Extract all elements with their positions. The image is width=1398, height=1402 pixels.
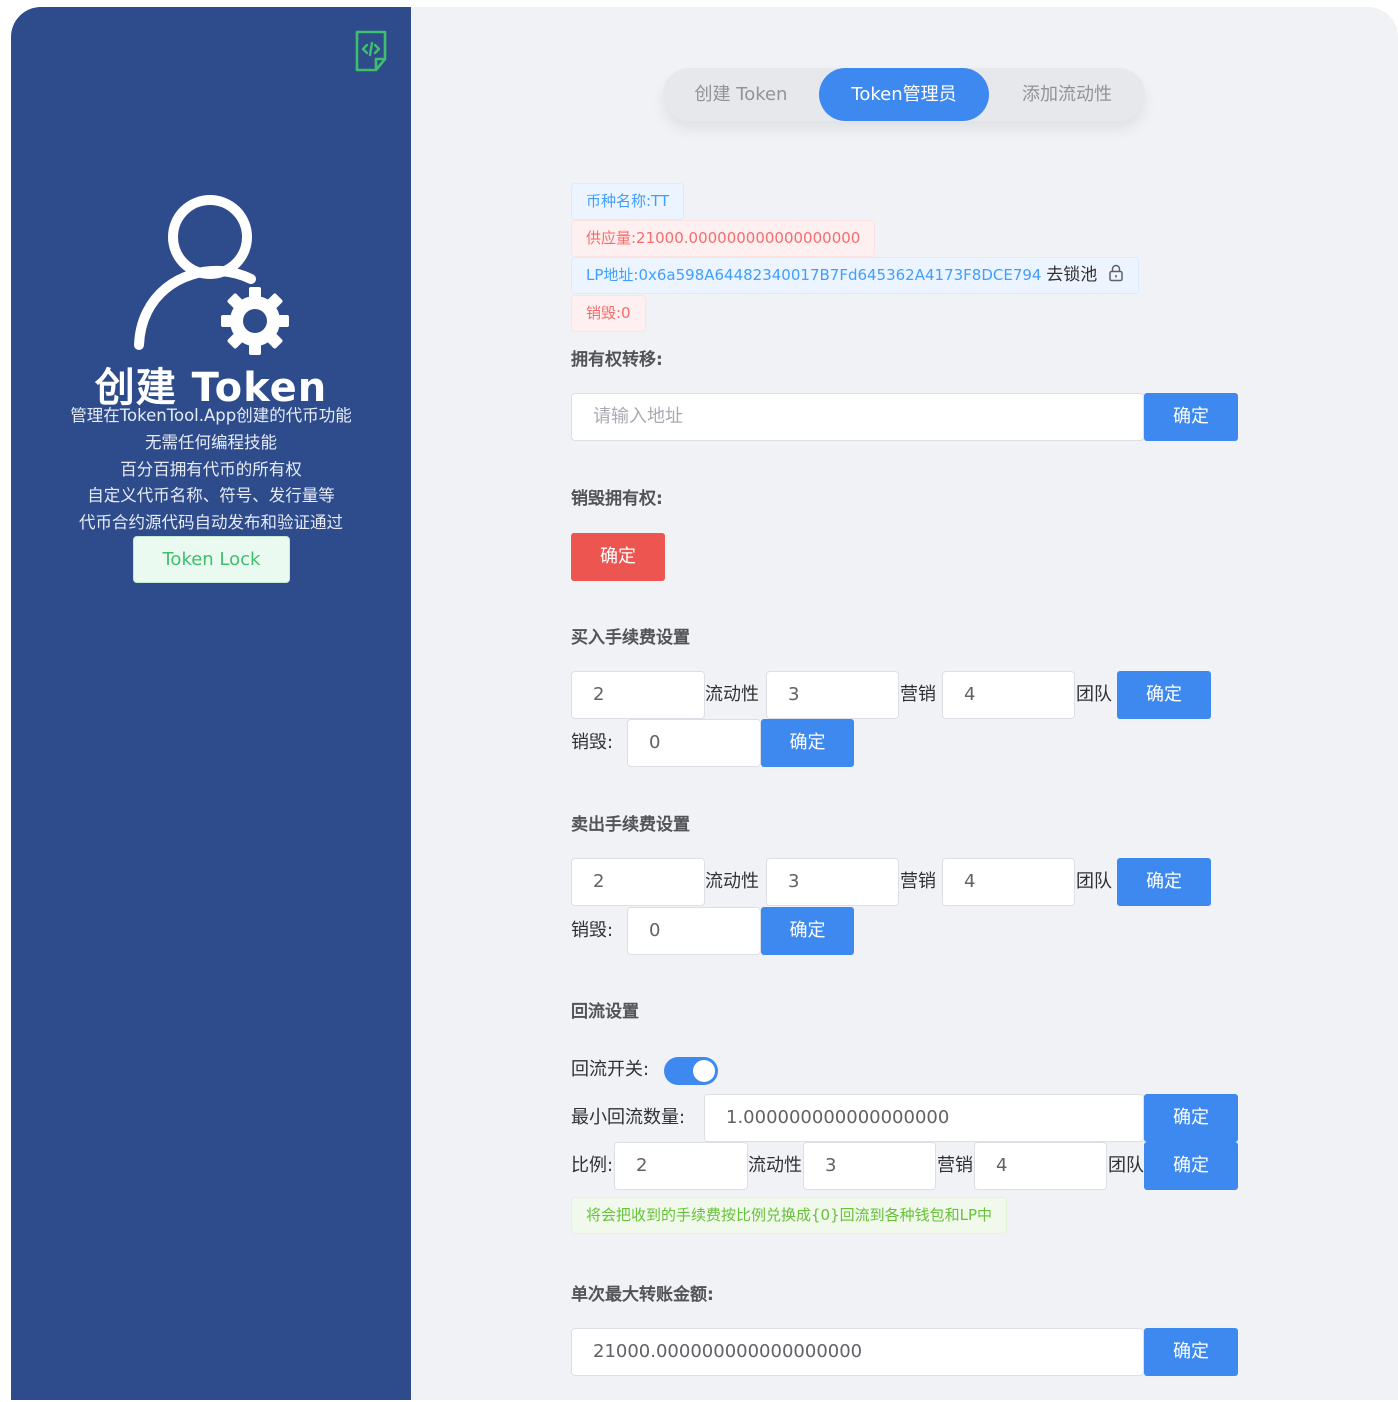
owner-address-input[interactable]: 请输入地址 [571,393,1144,441]
max-transfer-input[interactable]: 21000.000000000000000000 [571,1328,1144,1376]
user-settings-icon [134,195,289,355]
sell-liquidity-label: 流动性 [705,871,759,892]
sell-burn-fee-input[interactable]: 0 [627,907,761,955]
burned-tag: 销毁:0 [571,295,646,332]
sell-burn-label: 销毁: [571,920,614,941]
buy-burn-confirm-button[interactable]: 确定 [761,719,854,767]
lp-address-text: LP地址:0x6a598A64482340017B7Fd645362A4173F… [586,266,1042,284]
tab-token-admin[interactable]: Token管理员 [819,68,989,121]
max-transfer-label: 单次最大转账金额: [571,1285,714,1305]
ratio-label: 比例: [571,1155,614,1176]
buy-burn-fee-input[interactable]: 0 [627,719,761,767]
tab-add-liquidity[interactable]: 添加流动性 [989,68,1145,121]
sell-team-fee-input[interactable]: 4 [942,858,1075,906]
ratio-team-input[interactable]: 4 [974,1142,1107,1190]
buy-liquidity-fee-input[interactable]: 2 [571,671,705,719]
sidebar-line: 管理在TokenTool.App创建的代币功能 [70,406,352,425]
ratio-confirm-button[interactable]: 确定 [1144,1142,1238,1190]
sidebar-description: 管理在TokenTool.App创建的代币功能 无需任何编程技能 百分百拥有代币… [11,403,411,537]
code-file-icon[interactable] [354,29,388,73]
buy-marketing-label: 营销 [900,684,936,705]
token-name-tag: 币种名称:TT [571,183,685,220]
sidebar-line: 无需任何编程技能 [145,432,277,452]
reflow-note: 将会把收到的手续费按比例兑换成{0}回流到各种钱包和LP中 [571,1197,1008,1234]
ratio-liquidity-input[interactable]: 2 [614,1142,748,1190]
ownership-transfer-confirm-button[interactable]: 确定 [1144,393,1238,441]
reflow-switch-toggle[interactable] [664,1057,718,1085]
token-lock-button[interactable]: Token Lock [133,536,290,583]
buy-liquidity-label: 流动性 [705,684,759,705]
sidebar: 创建 Token 管理在TokenTool.App创建的代币功能 无需任何编程技… [11,7,411,1400]
ratio-marketing-label: 营销 [937,1155,973,1176]
buy-team-label: 团队 [1076,684,1112,705]
sidebar-line: 自定义代币名称、符号、发行量等 [87,486,335,506]
buy-marketing-fee-input[interactable]: 3 [766,671,899,719]
supply-tag: 供应量:21000.000000000000000000 [571,220,876,257]
lp-lock-link[interactable]: 去锁池 [1046,265,1097,285]
renounce-confirm-button[interactable]: 确定 [571,533,665,581]
tab-bar: 创建 Token Token管理员 添加流动性 [663,68,1145,121]
ownership-transfer-label: 拥有权转移: [571,350,663,370]
sell-team-label: 团队 [1076,871,1112,892]
min-reflow-label: 最小回流数量: [571,1107,686,1128]
buy-burn-label: 销毁: [571,732,614,753]
app-frame: 创建 Token 管理在TokenTool.App创建的代币功能 无需任何编程技… [11,7,1398,1400]
tab-create-token[interactable]: 创建 Token [663,68,819,121]
ratio-liquidity-label: 流动性 [748,1155,802,1176]
lock-icon[interactable] [1108,264,1124,282]
sell-fee-label: 卖出手续费设置 [571,815,690,835]
sell-fee-confirm-button[interactable]: 确定 [1117,858,1211,906]
reflow-switch-label: 回流开关: [571,1059,650,1080]
buy-fee-label: 买入手续费设置 [571,628,690,648]
sell-burn-confirm-button[interactable]: 确定 [761,907,854,955]
lp-address-tag: LP地址:0x6a598A64482340017B7Fd645362A4173F… [571,257,1140,294]
ratio-team-label: 团队 [1108,1155,1144,1176]
sidebar-line: 百分百拥有代币的所有权 [120,459,302,479]
reflow-settings-label: 回流设置 [571,1002,639,1022]
ratio-marketing-input[interactable]: 3 [803,1142,936,1190]
max-transfer-confirm-button[interactable]: 确定 [1144,1328,1238,1376]
min-reflow-input[interactable]: 1.000000000000000000 [704,1094,1144,1142]
sidebar-line: 代币合约源代码自动发布和验证通过 [79,513,343,533]
buy-team-fee-input[interactable]: 4 [942,671,1075,719]
min-reflow-confirm-button[interactable]: 确定 [1144,1094,1238,1142]
renounce-ownership-label: 销毁拥有权: [571,489,663,509]
sell-liquidity-fee-input[interactable]: 2 [571,858,705,906]
sell-marketing-label: 营销 [900,871,936,892]
buy-fee-confirm-button[interactable]: 确定 [1117,671,1211,719]
sell-marketing-fee-input[interactable]: 3 [766,858,899,906]
